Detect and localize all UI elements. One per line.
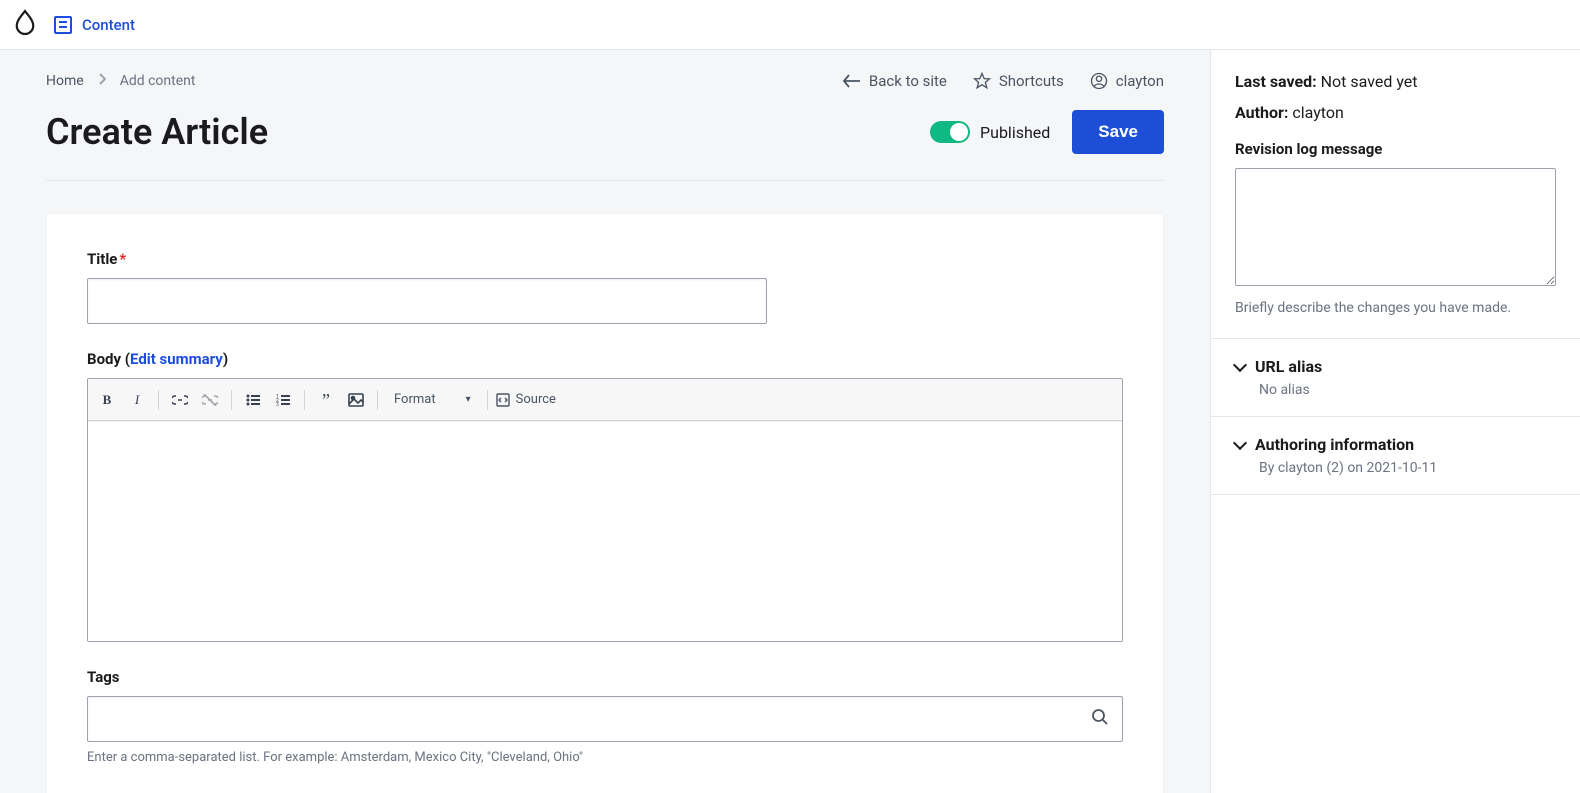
- body-textarea[interactable]: [88, 421, 1122, 641]
- author: Author: clayton: [1235, 103, 1556, 122]
- numbered-list-button[interactable]: 123: [270, 387, 296, 413]
- page-title: Create Article: [46, 111, 268, 153]
- chevron-down-icon: [1233, 435, 1247, 449]
- revision-log-textarea[interactable]: [1235, 168, 1556, 286]
- search-icon: [1091, 708, 1109, 730]
- svg-text:3: 3: [276, 402, 279, 406]
- source-button[interactable]: Source: [496, 392, 556, 407]
- save-button[interactable]: Save: [1072, 110, 1164, 154]
- breadcrumb-home[interactable]: Home: [46, 73, 84, 89]
- content-nav-label: Content: [82, 16, 135, 34]
- authoring-info-accordion[interactable]: Authoring information By clayton (2) on …: [1211, 417, 1580, 495]
- link-button[interactable]: [167, 387, 193, 413]
- user-menu[interactable]: clayton: [1090, 72, 1164, 90]
- bold-button[interactable]: B: [94, 387, 120, 413]
- published-toggle[interactable]: [930, 121, 970, 143]
- image-button[interactable]: [343, 387, 369, 413]
- breadcrumb-current: Add content: [120, 73, 196, 89]
- content-nav-link[interactable]: Content: [54, 16, 135, 34]
- revision-log-label: Revision log message: [1235, 140, 1556, 158]
- chevron-down-icon: ▾: [466, 394, 471, 405]
- url-alias-accordion[interactable]: URL alias No alias: [1211, 339, 1580, 417]
- form-card: Title* Body (Edit summary) B I: [46, 213, 1164, 793]
- chevron-down-icon: [1233, 357, 1247, 371]
- body-label: Body (Edit summary): [87, 350, 1123, 368]
- italic-button[interactable]: I: [124, 387, 150, 413]
- arrow-left-icon: [843, 72, 861, 90]
- unlink-button[interactable]: [197, 387, 223, 413]
- published-label: Published: [980, 123, 1050, 142]
- title-label: Title*: [87, 250, 1123, 268]
- star-icon: [973, 72, 991, 90]
- url-alias-value: No alias: [1259, 382, 1556, 398]
- sidebar: Last saved: Not saved yet Author: clayto…: [1210, 50, 1580, 793]
- tags-help-text: Enter a comma-separated list. For exampl…: [87, 750, 1123, 765]
- editor-toolbar: B I 123: [88, 379, 1122, 421]
- body-editor: B I 123: [87, 378, 1123, 642]
- title-input[interactable]: [87, 278, 767, 324]
- bullet-list-button[interactable]: [240, 387, 266, 413]
- blockquote-button[interactable]: ”: [313, 387, 339, 413]
- document-icon: [54, 16, 72, 34]
- tags-label: Tags: [87, 668, 1123, 686]
- revision-log-help: Briefly describe the changes you have ma…: [1235, 300, 1556, 316]
- edit-summary-link[interactable]: Edit summary: [130, 350, 223, 368]
- authoring-info-value: By clayton (2) on 2021-10-11: [1259, 460, 1556, 476]
- chevron-right-icon: [98, 73, 106, 89]
- breadcrumb: Home Add content: [46, 73, 195, 89]
- shortcuts-link[interactable]: Shortcuts: [973, 72, 1064, 90]
- topbar: Content: [0, 0, 1580, 50]
- user-icon: [1090, 72, 1108, 90]
- back-to-site-link[interactable]: Back to site: [843, 72, 947, 90]
- format-dropdown[interactable]: Format ▾: [386, 392, 479, 407]
- last-saved: Last saved: Not saved yet: [1235, 72, 1556, 91]
- tags-input[interactable]: [87, 696, 1123, 742]
- drupal-logo-icon: [14, 9, 36, 41]
